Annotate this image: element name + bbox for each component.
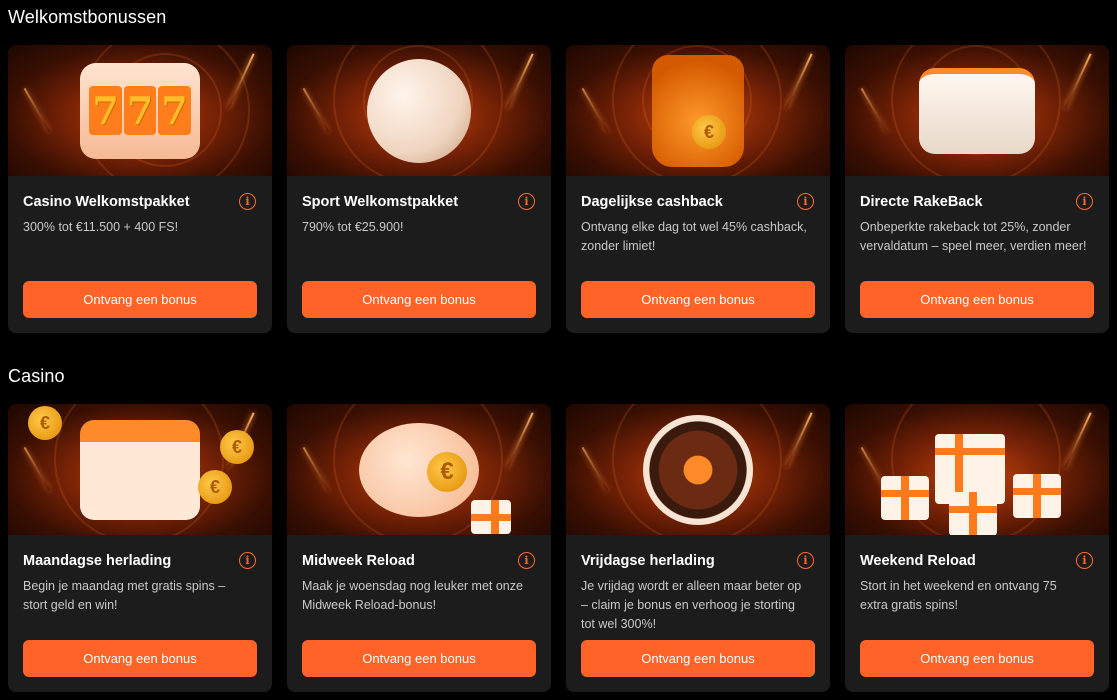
casino-bonus-grid: € € € Maandagse herlading i Begin je maa… <box>8 404 1109 692</box>
card-title: Weekend Reload <box>860 553 976 569</box>
coin-jar-icon <box>652 54 744 167</box>
card-description: Stort in het weekend en ontvang 75 extra… <box>860 579 1057 612</box>
get-bonus-button[interactable]: Ontvang een bonus <box>23 640 257 677</box>
soccer-ball-icon <box>367 58 471 163</box>
euro-coin-icon: € <box>198 470 232 504</box>
card-description: 790% tot €25.900! <box>302 220 404 234</box>
card-image: € <box>566 45 830 176</box>
euro-coin-icon: € <box>427 452 467 492</box>
card-image <box>287 45 551 176</box>
info-icon[interactable]: i <box>239 552 256 569</box>
card-title: Directe RakeBack <box>860 194 983 210</box>
card-title: Sport Welkomstpakket <box>302 194 459 210</box>
card-description: Ontvang elke dag tot wel 45% cashback, z… <box>581 220 807 253</box>
card-description: Maak je woensdag nog leuker met onze Mid… <box>302 579 523 612</box>
gift-icon <box>949 492 997 535</box>
card-title: Maandagse herlading <box>23 553 172 569</box>
calendar-icon <box>80 419 200 520</box>
wallet-icon <box>919 67 1035 154</box>
slot-machine-icon: 777 <box>80 62 200 159</box>
gift-icon <box>1013 474 1061 518</box>
bonus-card-friday-reload: Vrijdagse herlading i Je vrijdag wordt e… <box>566 404 830 692</box>
gift-icon <box>471 500 511 534</box>
card-image: € <box>287 404 551 535</box>
section-title-welcome: Welkomstbonussen <box>8 7 167 27</box>
euro-coin-icon: € <box>220 430 254 464</box>
bonus-card-sport-welcome: Sport Welkomstpakket i 790% tot €25.900!… <box>287 45 551 333</box>
card-title: Dagelijkse cashback <box>581 194 723 210</box>
get-bonus-button[interactable]: Ontvang een bonus <box>860 281 1094 318</box>
card-image: € € € <box>8 404 272 535</box>
bonus-card-monday-reload: € € € Maandagse herlading i Begin je maa… <box>8 404 272 692</box>
euro-coin-icon: € <box>692 115 726 149</box>
euro-coin-icon: € <box>28 406 62 440</box>
bonus-card-daily-cashback: € Dagelijkse cashback i Ontvang elke dag… <box>566 45 830 333</box>
get-bonus-button[interactable]: Ontvang een bonus <box>302 640 536 677</box>
card-image: 777 <box>8 45 272 176</box>
bonus-card-weekend-reload: Weekend Reload i Stort in het weekend en… <box>845 404 1109 692</box>
card-image <box>845 404 1109 535</box>
info-icon[interactable]: i <box>797 193 814 210</box>
info-icon[interactable]: i <box>1076 552 1093 569</box>
roulette-wheel-icon <box>643 414 753 525</box>
card-description: Begin je maandag met gratis spins – stor… <box>23 579 226 612</box>
info-icon[interactable]: i <box>1076 193 1093 210</box>
gift-icon <box>881 476 929 520</box>
card-image <box>566 404 830 535</box>
bonus-card-midweek-reload: € Midweek Reload i Maak je woensdag nog … <box>287 404 551 692</box>
card-title: Casino Welkomstpakket <box>23 194 190 210</box>
card-image <box>845 45 1109 176</box>
welcome-bonus-grid: 777 Casino Welkomstpakket i 300% tot €11… <box>8 45 1109 333</box>
section-title-casino: Casino <box>8 366 65 386</box>
get-bonus-button[interactable]: Ontvang een bonus <box>581 281 815 318</box>
card-description: Je vrijdag wordt er alleen maar beter op… <box>581 579 802 631</box>
card-title: Midweek Reload <box>302 553 415 569</box>
info-icon[interactable]: i <box>239 193 256 210</box>
get-bonus-button[interactable]: Ontvang een bonus <box>860 640 1094 677</box>
info-icon[interactable]: i <box>797 552 814 569</box>
card-title: Vrijdagse herlading <box>581 553 715 569</box>
bonus-card-casino-welcome: 777 Casino Welkomstpakket i 300% tot €11… <box>8 45 272 333</box>
get-bonus-button[interactable]: Ontvang een bonus <box>302 281 536 318</box>
card-description: Onbeperkte rakeback tot 25%, zonder verv… <box>860 220 1087 253</box>
info-icon[interactable]: i <box>518 552 535 569</box>
get-bonus-button[interactable]: Ontvang een bonus <box>23 281 257 318</box>
bonus-card-rakeback: Directe RakeBack i Onbeperkte rakeback t… <box>845 45 1109 333</box>
card-description: 300% tot €11.500 + 400 FS! <box>23 220 179 234</box>
get-bonus-button[interactable]: Ontvang een bonus <box>581 640 815 677</box>
info-icon[interactable]: i <box>518 193 535 210</box>
